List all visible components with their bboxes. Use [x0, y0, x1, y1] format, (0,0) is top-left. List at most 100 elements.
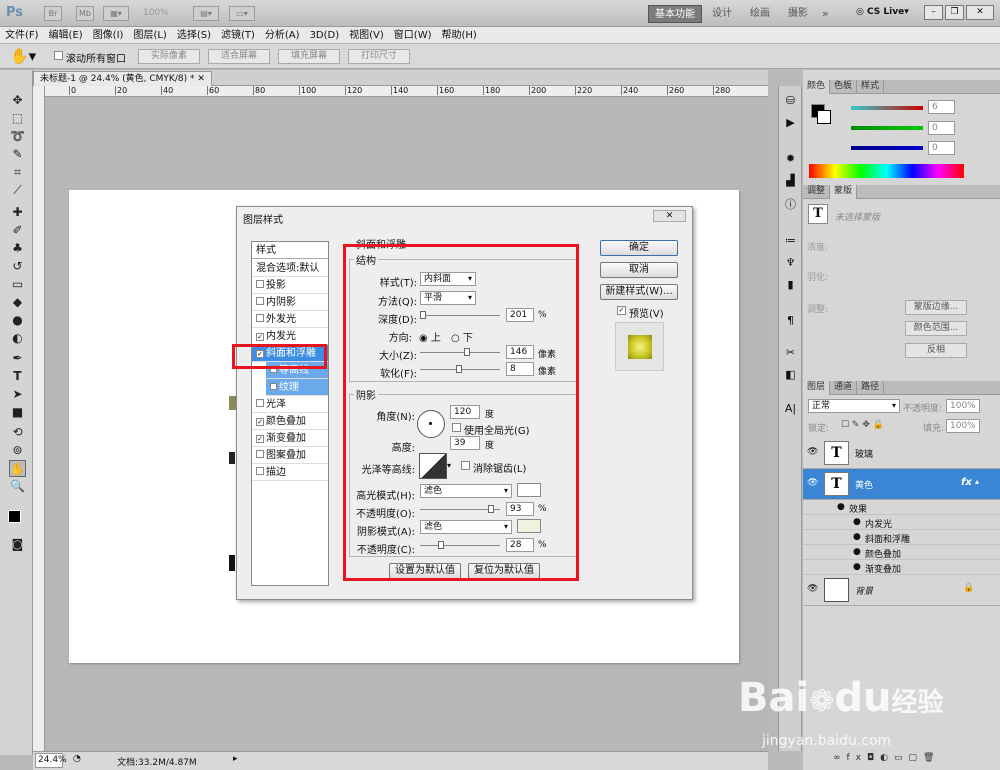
- preview-checkbox[interactable]: ✓: [617, 306, 626, 315]
- print-size-button[interactable]: 打印尺寸: [348, 49, 410, 64]
- hand-tool-icon[interactable]: ✋▾: [10, 47, 36, 65]
- effects-row[interactable]: ● 效果: [803, 500, 1000, 515]
- effect-row[interactable]: ● 颜色叠加: [803, 545, 1000, 560]
- style-color-overlay[interactable]: ✓ 颜色叠加: [252, 413, 328, 430]
- color-range-button[interactable]: 颜色范围...: [905, 321, 967, 336]
- style-checkbox-checked[interactable]: ✓: [256, 435, 264, 443]
- zoom-field[interactable]: 24.4%: [35, 753, 67, 768]
- close-icon[interactable]: ✕: [966, 5, 994, 20]
- zoom-tool-icon[interactable]: 🔍: [9, 478, 26, 495]
- workspace-design[interactable]: 设计: [706, 5, 738, 23]
- marquee-tool-icon[interactable]: ⬚: [9, 110, 26, 127]
- blend-mode-select[interactable]: 正常: [808, 399, 900, 413]
- screen-mode-icon[interactable]: ▭▾: [229, 6, 255, 21]
- minimize-icon[interactable]: –: [924, 5, 943, 20]
- tab-styles[interactable]: 样式: [857, 80, 885, 94]
- style-checkbox[interactable]: [256, 297, 264, 305]
- opacity-field[interactable]: 100%: [946, 399, 980, 413]
- scroll-all-checkbox[interactable]: [54, 51, 63, 60]
- histogram-icon[interactable]: ▟: [782, 172, 799, 189]
- menu-select[interactable]: 选择(S): [172, 27, 216, 44]
- cancel-button[interactable]: 取消: [600, 262, 678, 278]
- healing-brush-icon[interactable]: ✚: [9, 204, 26, 221]
- arrange-icon[interactable]: ▤▾: [193, 6, 219, 21]
- quick-mask-icon[interactable]: ◙: [9, 536, 26, 553]
- navigator-icon[interactable]: ✹: [782, 150, 799, 167]
- invert-button[interactable]: 反相: [905, 343, 967, 358]
- tab-masks[interactable]: 蒙版: [830, 185, 858, 199]
- style-stroke[interactable]: 描边: [252, 464, 328, 481]
- menu-filter[interactable]: 滤镜(T): [216, 27, 260, 44]
- lock-icons[interactable]: ☐ ✎ ✥ 🔒: [841, 420, 884, 430]
- menu-layer[interactable]: 图层(L): [128, 27, 171, 44]
- style-pattern-overlay[interactable]: 图案叠加: [252, 447, 328, 464]
- style-checkbox-checked[interactable]: ✓: [256, 333, 264, 341]
- style-checkbox[interactable]: [256, 280, 264, 288]
- actions-icon[interactable]: ▶: [782, 114, 799, 131]
- effect-row[interactable]: ● 内发光: [803, 515, 1000, 530]
- style-checkbox[interactable]: [256, 399, 264, 407]
- layer-row[interactable]: 👁 背景 🔒: [803, 575, 1000, 606]
- style-satin[interactable]: 光泽: [252, 396, 328, 413]
- bridge-icon[interactable]: Br: [44, 6, 62, 21]
- hand-tool-active-icon[interactable]: ✋: [9, 460, 26, 477]
- yellow-value[interactable]: 0: [928, 141, 955, 155]
- eraser-tool-icon[interactable]: ▭: [9, 276, 26, 293]
- eye-icon[interactable]: ●: [837, 502, 845, 512]
- cyan-slider[interactable]: [851, 106, 923, 110]
- style-outer-glow[interactable]: 外发光: [252, 311, 328, 328]
- fit-screen-button[interactable]: 适合屏幕: [208, 49, 270, 64]
- 3d-orbit-icon[interactable]: ⊚: [9, 442, 26, 459]
- eye-icon[interactable]: ●: [853, 547, 861, 557]
- paint-bucket-icon[interactable]: ◆: [9, 294, 26, 311]
- eye-icon[interactable]: ●: [853, 532, 861, 542]
- bg-color-chip[interactable]: [817, 110, 831, 124]
- menu-view[interactable]: 视图(V): [344, 27, 389, 44]
- tab-swatches[interactable]: 色板: [830, 80, 858, 94]
- pen-tool-icon[interactable]: ✒: [9, 350, 26, 367]
- layer-row-selected[interactable]: 👁 T 黄色 fx ▴: [803, 469, 1000, 500]
- document-tab[interactable]: 未标题-1 @ 24.4% (黄色, CMYK/8) * ✕: [33, 71, 212, 86]
- brush-tool-icon[interactable]: ✐: [9, 222, 26, 239]
- foreground-color-swatch[interactable]: [8, 510, 21, 523]
- path-select-icon[interactable]: ➤: [9, 386, 26, 403]
- workspace-essentials[interactable]: 基本功能: [648, 5, 702, 23]
- tab-adjustments[interactable]: 调整: [803, 185, 831, 199]
- character-icon[interactable]: A|: [782, 400, 799, 417]
- minibridge-icon[interactable]: Mb: [76, 6, 94, 21]
- visibility-eye-icon[interactable]: 👁: [807, 584, 818, 594]
- clone-source-icon[interactable]: ♆: [782, 254, 799, 271]
- eyedropper-tool-icon[interactable]: ⟋: [9, 182, 26, 199]
- style-checkbox[interactable]: [256, 450, 264, 458]
- ok-button[interactable]: 确定: [600, 240, 678, 256]
- fx-icon[interactable]: fx: [961, 477, 972, 488]
- workspace-painting[interactable]: 绘画: [744, 5, 776, 23]
- style-gradient-overlay[interactable]: ✓ 渐变叠加: [252, 430, 328, 447]
- style-texture[interactable]: 纹理: [266, 379, 328, 396]
- brush-preset-icon[interactable]: ≔: [782, 232, 799, 249]
- workspace-photography[interactable]: 摄影: [782, 5, 814, 23]
- color-ramp[interactable]: [809, 164, 964, 178]
- fill-field[interactable]: 100%: [946, 419, 980, 433]
- crop-tool-icon[interactable]: ⌗: [9, 164, 26, 181]
- fill-screen-button[interactable]: 填充屏幕: [278, 49, 340, 64]
- layer-row[interactable]: 👁 T 玻璃: [803, 438, 1000, 469]
- style-drop-shadow[interactable]: 投影: [252, 277, 328, 294]
- paragraph-icon[interactable]: ¶: [782, 312, 799, 329]
- history-icon[interactable]: ⛁: [782, 92, 799, 109]
- mask-edge-button[interactable]: 蒙版边缘...: [905, 300, 967, 315]
- dodge-tool-icon[interactable]: ◐: [9, 330, 26, 347]
- eye-icon[interactable]: ●: [853, 562, 861, 572]
- menu-analysis[interactable]: 分析(A): [260, 27, 305, 44]
- style-checkbox[interactable]: [256, 314, 264, 322]
- menu-edit[interactable]: 编辑(E): [44, 27, 88, 44]
- tab-channels[interactable]: 通道: [830, 381, 858, 395]
- 3d-panel-icon[interactable]: ◧: [782, 366, 799, 383]
- lasso-tool-icon[interactable]: ➰: [9, 128, 26, 145]
- tab-layers[interactable]: 图层: [803, 381, 831, 395]
- blur-tool-icon[interactable]: ●: [9, 312, 26, 329]
- quick-select-tool-icon[interactable]: ✎: [9, 146, 26, 163]
- visibility-eye-icon[interactable]: 👁: [807, 447, 818, 457]
- style-checkbox-checked[interactable]: ✓: [256, 418, 264, 426]
- history-brush-icon[interactable]: ↺: [9, 258, 26, 275]
